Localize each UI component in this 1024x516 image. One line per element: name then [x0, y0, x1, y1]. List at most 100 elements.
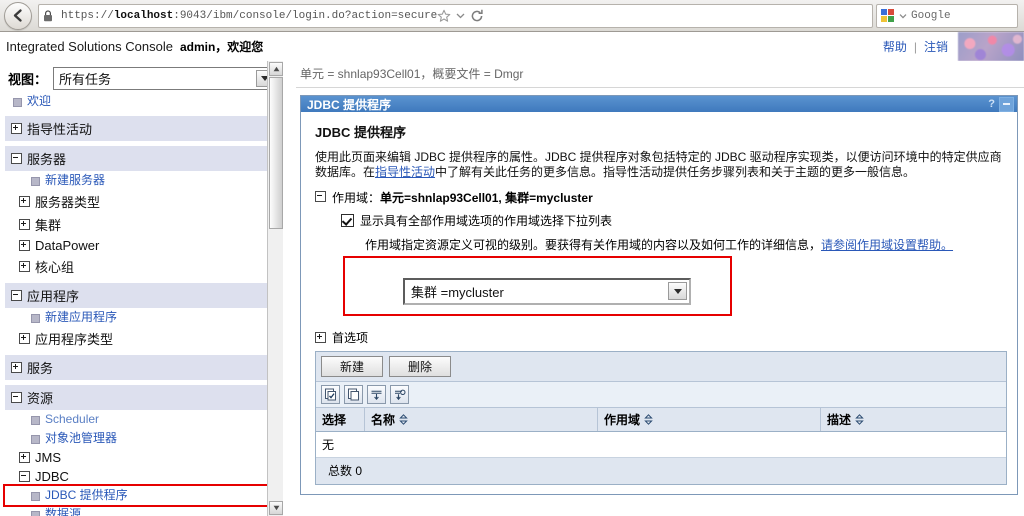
bookmark-star-icon[interactable]: [437, 9, 451, 23]
guided-activities-link[interactable]: 指导性活动: [375, 165, 435, 179]
expand-plus-icon: [19, 452, 30, 463]
expand-plus-icon: [19, 219, 30, 230]
portlet-actions: ?: [988, 96, 1014, 112]
scope-settings-help-link[interactable]: 请参阅作用域设置帮助。: [821, 238, 953, 252]
header-banner-image: [958, 32, 1024, 61]
new-button[interactable]: 新建: [321, 356, 383, 377]
sidebar-group-servers[interactable]: 服务器: [5, 145, 277, 171]
logout-link[interactable]: 注销: [924, 38, 948, 55]
total-value: 0: [355, 464, 363, 478]
expand-plus-icon: [315, 332, 326, 343]
search-engine-chevron-icon[interactable]: [899, 12, 907, 20]
back-button[interactable]: [4, 1, 32, 30]
sidebar-item-label: 数据源: [45, 507, 82, 516]
scope-select[interactable]: 集群 =mycluster: [403, 278, 691, 305]
table-header-row: 选择 名称 作用域 描述: [316, 408, 1006, 432]
expand-plus-icon: [19, 261, 30, 272]
scope-select-value: 集群 =mycluster: [411, 285, 504, 300]
show-scope-dropdown-checkbox[interactable]: [341, 214, 354, 227]
scope-dropdown-checkbox-row[interactable]: 显示具有全部作用域选项的作用域选择下拉列表: [315, 212, 1007, 229]
expand-plus-icon: [19, 240, 30, 251]
table-column-scope[interactable]: 作用域: [598, 408, 821, 431]
sidebar-item-server-types[interactable]: 服务器类型: [5, 190, 277, 213]
back-arrow-icon: [11, 8, 26, 23]
sort-toggle-icon[interactable]: [855, 414, 864, 425]
expand-plus-icon: [11, 123, 22, 134]
table-column-select: 选择: [316, 408, 365, 431]
sidebar-group-label: 资源: [27, 391, 54, 406]
sidebar-item-jdbc[interactable]: JDBC: [5, 467, 277, 486]
reload-icon[interactable]: [470, 9, 484, 23]
sidebar-item-object-pool-managers[interactable]: 对象池管理器: [5, 429, 277, 448]
search-input[interactable]: Google: [911, 10, 951, 22]
sidebar-group-services[interactable]: 服务: [5, 354, 277, 380]
preferences-section-header[interactable]: 首选项: [315, 329, 1007, 346]
google-logo-icon: [881, 8, 895, 23]
url-text: https://localhost:9043/ibm/console/login…: [61, 9, 438, 22]
sort-toggle-icon[interactable]: [644, 414, 653, 425]
column-label: 作用域: [604, 413, 641, 427]
sidebar-item-scheduler[interactable]: Scheduler: [5, 410, 277, 429]
sidebar-group-guided-activities[interactable]: 指导性活动: [5, 115, 277, 141]
sidebar-item-label: JDBC 提供程序: [45, 488, 128, 502]
show-filter-row-icon[interactable]: [367, 385, 386, 404]
sidebar-item-data-sources[interactable]: 数据源: [5, 505, 277, 516]
delete-button[interactable]: 删除: [389, 356, 451, 377]
view-select[interactable]: 所有任务: [53, 67, 277, 90]
sidebar-item-new-application[interactable]: 新建应用程序: [5, 308, 277, 327]
question-mark-icon[interactable]: ?: [988, 98, 995, 110]
lock-icon: [43, 9, 55, 22]
table-column-name[interactable]: 名称: [365, 408, 598, 431]
sidebar-group-applications[interactable]: 应用程序: [5, 282, 277, 308]
table-column-description[interactable]: 描述: [821, 408, 1006, 431]
chevron-down-icon[interactable]: [456, 11, 465, 20]
navigation-tree: 欢迎 指导性活动 服务器 新建服务器 服务器类型 集群 DataPower 核心…: [3, 92, 279, 516]
collapse-minus-icon: [315, 191, 326, 202]
help-link[interactable]: 帮助: [883, 38, 907, 55]
view-selector-row: 视图： 所有任务: [8, 67, 277, 90]
console-header: Integrated Solutions Console admin，欢迎您 帮…: [0, 32, 1024, 62]
browser-toolbar: https://localhost:9043/ibm/console/login…: [0, 0, 1024, 32]
sidebar-scrollbar[interactable]: [267, 61, 283, 516]
sidebar-group-label: 指导性活动: [27, 122, 93, 137]
sidebar-item-jms[interactable]: JMS: [5, 448, 277, 467]
console-header-actions: 帮助 | 注销: [883, 32, 1024, 61]
chevron-down-icon[interactable]: [668, 282, 687, 300]
console-title: Integrated Solutions Console: [6, 39, 173, 54]
scope-help-note-text: 作用域指定资源定义可视的级别。要获得有关作用域的内容以及如何工作的详细信息，: [365, 238, 822, 252]
select-all-icon[interactable]: [321, 385, 340, 404]
collapse-minus-icon: [11, 392, 22, 403]
sidebar-item-label: JMS: [35, 450, 61, 465]
scroll-down-arrow-icon[interactable]: [269, 501, 283, 515]
sidebar-item-datapower[interactable]: DataPower: [5, 236, 277, 255]
scope-value: 单元=shnlap93Cell01, 集群=mycluster: [380, 191, 593, 205]
page-description-part2: 中了解有关此任务的更多信息。指导性活动提供任务步骤列表和关于主题的更多一般信息。: [435, 165, 916, 179]
sidebar-item-clusters[interactable]: 集群: [5, 213, 277, 236]
bullet-icon: [31, 314, 40, 323]
sidebar-item-new-server[interactable]: 新建服务器: [5, 171, 277, 190]
scope-header-text: 作用域：单元=shnlap93Cell01, 集群=mycluster: [332, 189, 593, 206]
sidebar-group-resources[interactable]: 资源: [5, 384, 277, 410]
header-separator: |: [913, 39, 917, 54]
collapse-minus-icon: [19, 471, 30, 482]
search-box[interactable]: Google: [876, 3, 1018, 28]
sidebar-item-application-types[interactable]: 应用程序类型: [5, 327, 277, 350]
sidebar-item-jdbc-providers[interactable]: JDBC 提供程序: [3, 484, 279, 507]
table-total-row: 总数 0: [316, 458, 1006, 484]
scrollbar-thumb[interactable]: [269, 77, 283, 229]
scope-control-area: 作用域指定资源定义可视的级别。要获得有关作用域的内容以及如何工作的详细信息，请参…: [315, 238, 1007, 316]
sidebar-item-welcome[interactable]: 欢迎: [5, 92, 277, 111]
sidebar-item-core-groups[interactable]: 核心组: [5, 255, 277, 278]
address-bar[interactable]: https://localhost:9043/ibm/console/login…: [38, 3, 873, 28]
minimize-icon[interactable]: [999, 96, 1014, 112]
scope-help-note: 作用域指定资源定义可视的级别。要获得有关作用域的内容以及如何工作的详细信息，请参…: [315, 238, 1007, 253]
scroll-up-arrow-icon[interactable]: [269, 62, 283, 76]
view-label: 视图：: [8, 72, 48, 87]
hide-filter-row-icon[interactable]: [390, 385, 409, 404]
collapse-minus-icon: [11, 153, 22, 164]
total-label: 总数: [328, 464, 353, 478]
deselect-all-icon[interactable]: [344, 385, 363, 404]
sidebar-group-label: 应用程序: [27, 289, 80, 304]
sort-toggle-icon[interactable]: [399, 414, 408, 425]
scope-section-header[interactable]: 作用域：单元=shnlap93Cell01, 集群=mycluster: [315, 189, 1007, 206]
